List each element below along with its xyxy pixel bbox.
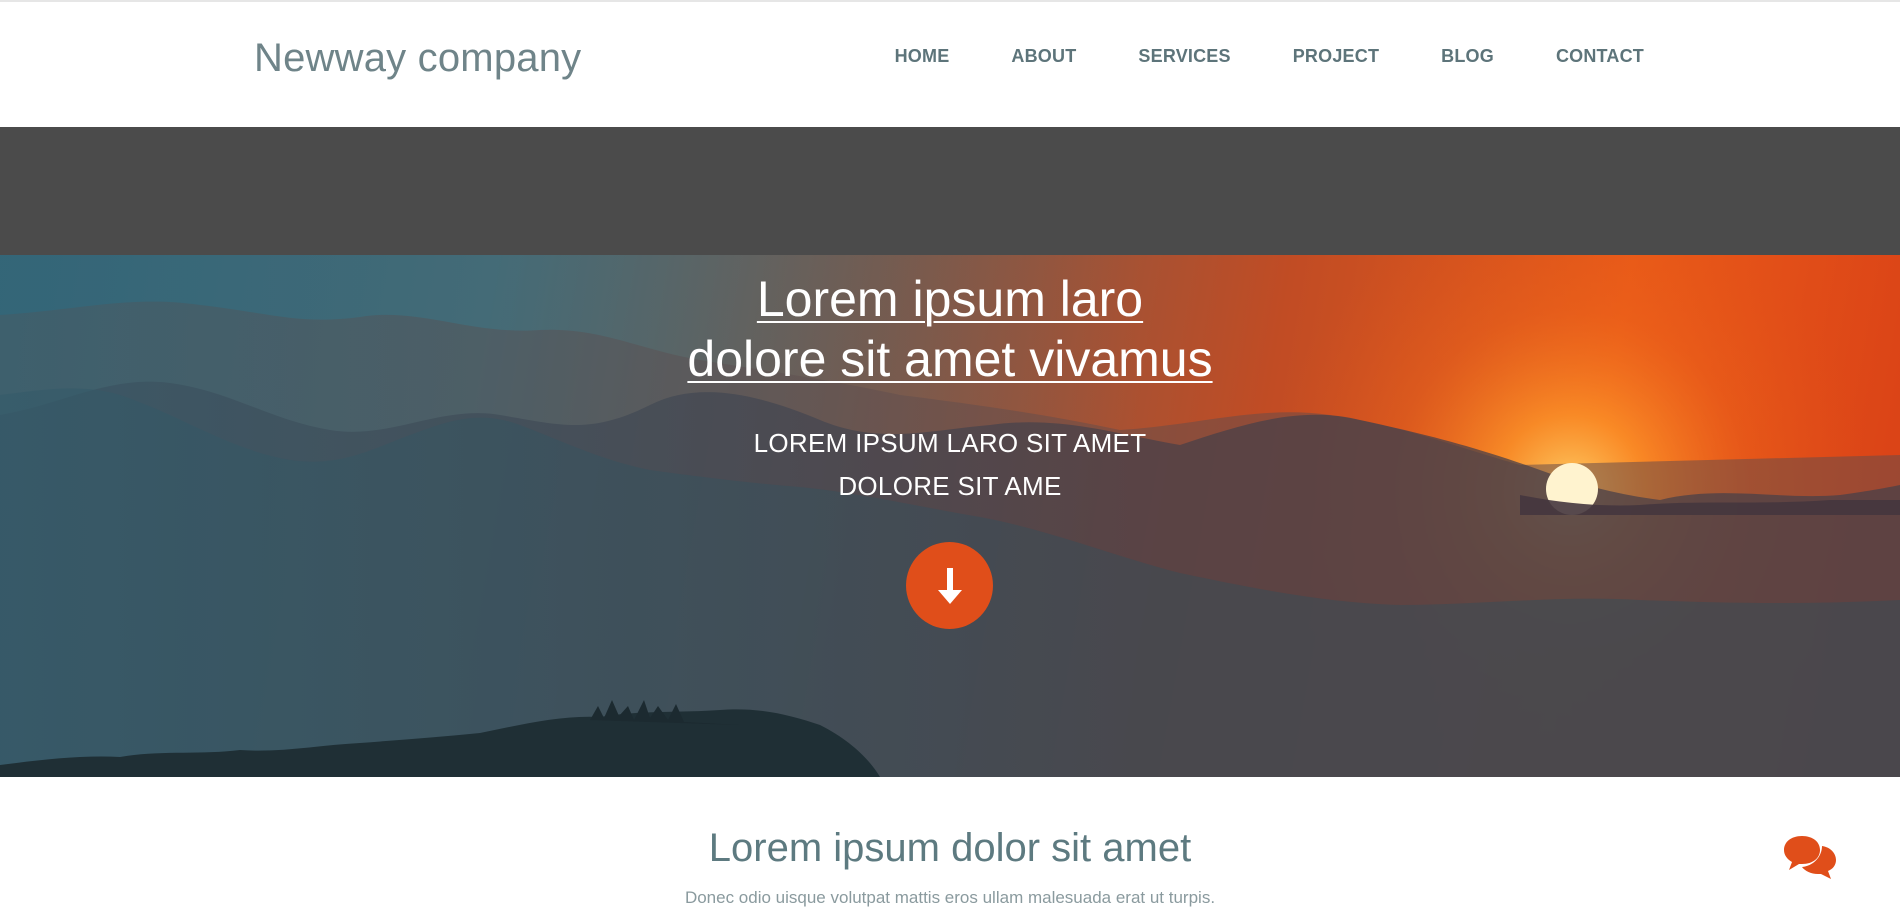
hero-title-link[interactable]: Lorem ipsum laro dolore sit amet vivamus <box>0 269 1900 389</box>
hero-title-line-1: Lorem ipsum laro <box>756 271 1144 327</box>
hero-title-line-2: dolore sit amet vivamus <box>687 331 1213 387</box>
hero-subtitle-line-1: LOREM IPSUM LARO SIT AMET <box>753 428 1147 458</box>
nav-item-contact[interactable]: CONTACT <box>1556 46 1644 67</box>
site-header: Newway company HOME ABOUT SERVICES PROJE… <box>0 0 1900 127</box>
main-nav: HOME ABOUT SERVICES PROJECT BLOG CONTACT <box>895 46 1644 67</box>
nav-item-project[interactable]: PROJECT <box>1293 46 1379 67</box>
brand-logo[interactable]: Newway company <box>254 36 581 81</box>
scroll-down-button[interactable] <box>906 542 993 629</box>
chat-button[interactable] <box>1782 832 1838 880</box>
section-title: Lorem ipsum dolor sit amet <box>708 826 1192 870</box>
chat-bubbles-icon <box>1784 836 1836 879</box>
nav-item-home[interactable]: HOME <box>895 46 950 67</box>
nav-item-blog[interactable]: BLOG <box>1441 46 1494 67</box>
hero-subtitle: LOREM IPSUM LARO SIT AMET DOLORE SIT AME <box>0 422 1900 508</box>
arrow-down-icon <box>937 567 962 604</box>
hero-banner: Lorem ipsum laro dolore sit amet vivamus… <box>0 255 1900 777</box>
hero-content: Lorem ipsum laro dolore sit amet vivamus… <box>0 255 1900 508</box>
section-text: Donec odio uisque volutpat mattis eros u… <box>684 888 1216 907</box>
header-spacer-band <box>0 127 1900 255</box>
nav-item-services[interactable]: SERVICES <box>1138 46 1230 67</box>
nav-item-about[interactable]: ABOUT <box>1011 46 1076 67</box>
hero-subtitle-line-2: DOLORE SIT AME <box>838 471 1062 501</box>
